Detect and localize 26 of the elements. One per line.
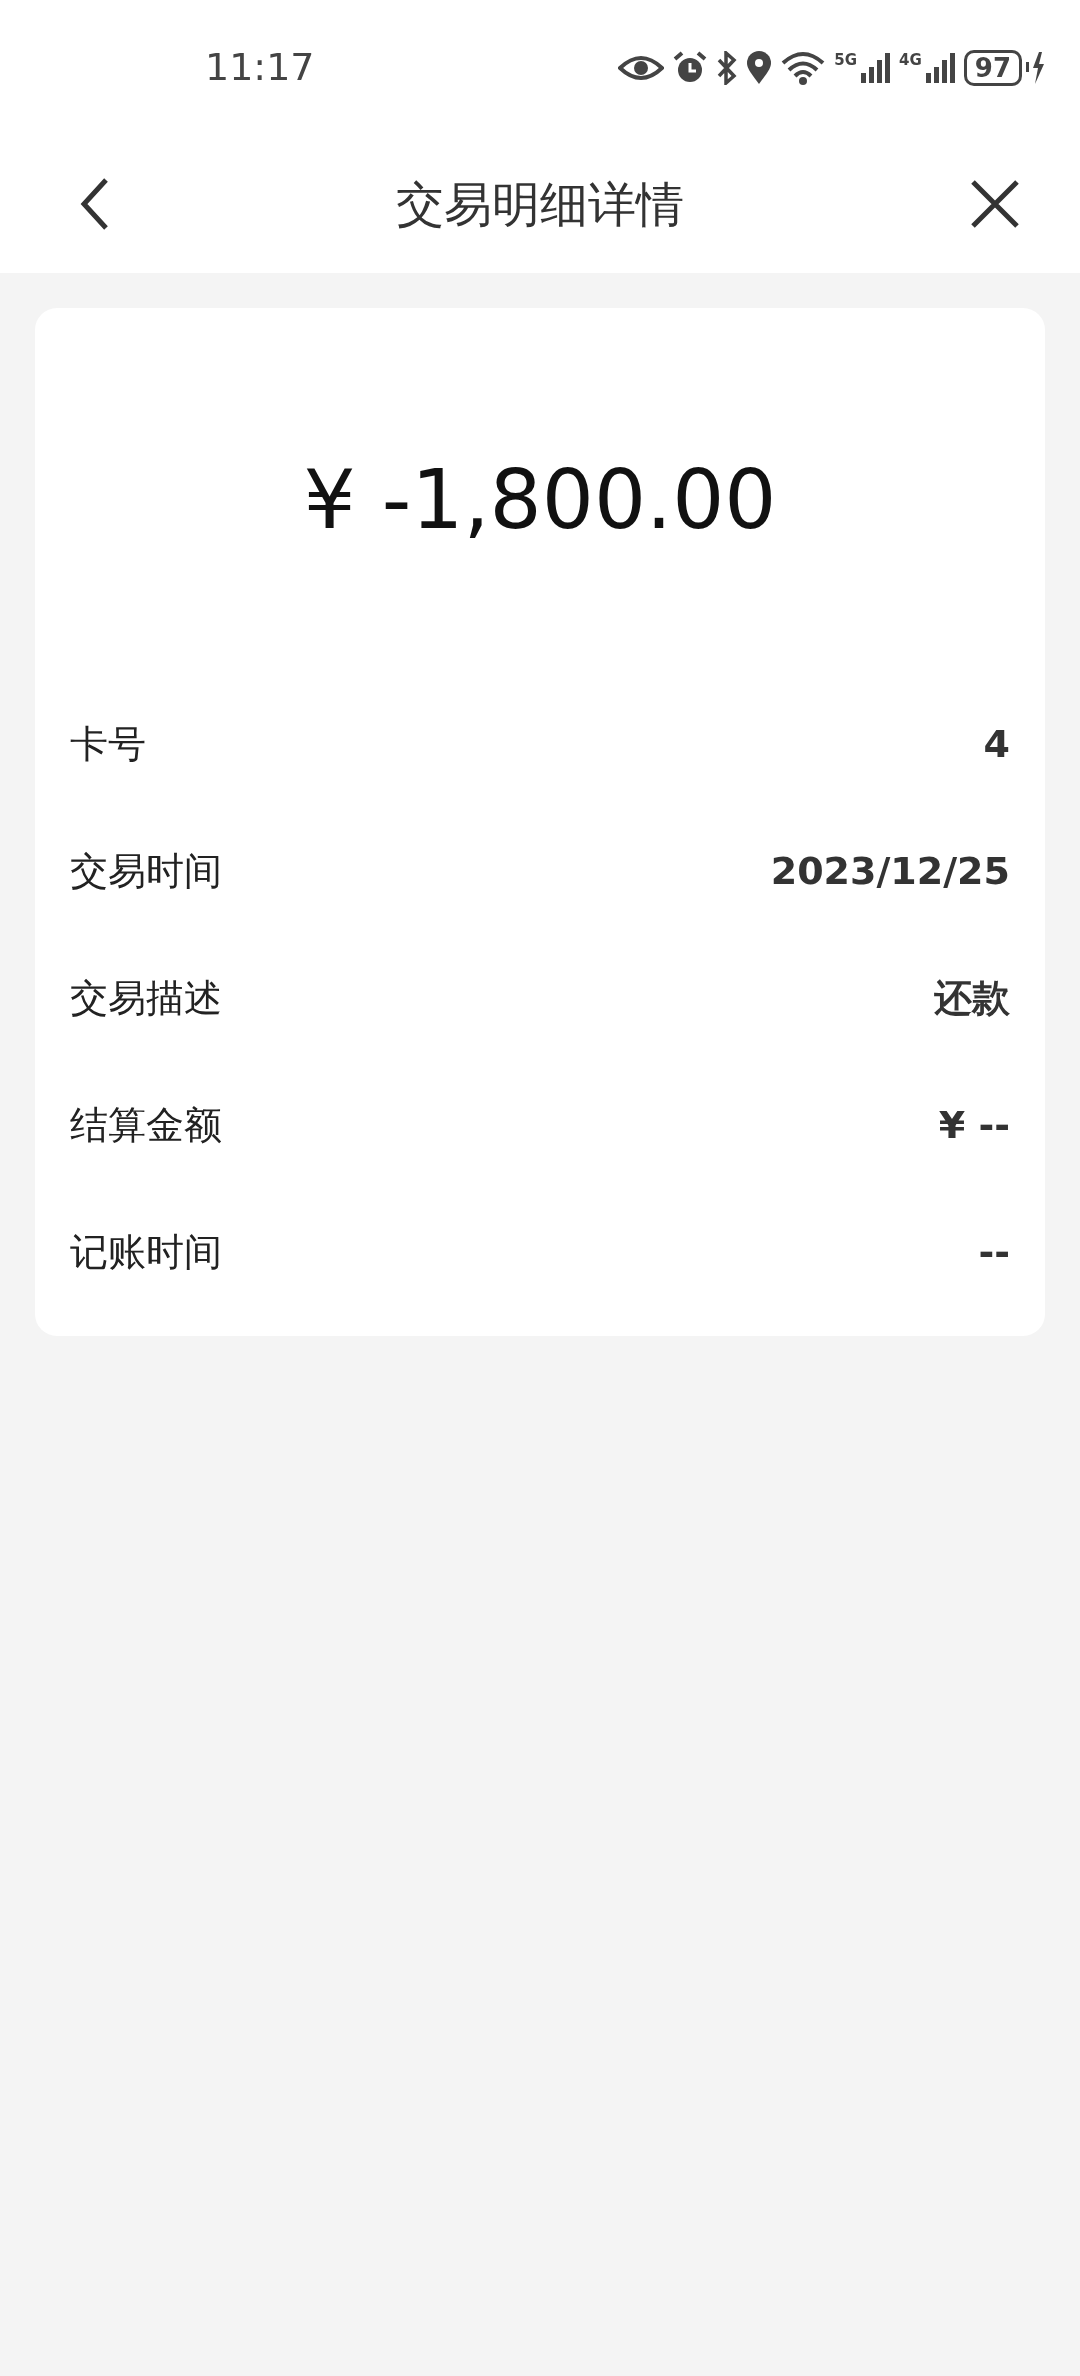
detail-value: 4: [983, 721, 1010, 768]
detail-label: 卡号: [70, 721, 146, 768]
wifi-icon: [780, 50, 827, 85]
charging-icon: [1026, 49, 1046, 86]
bluetooth-icon: [716, 50, 739, 85]
battery-level: 97: [963, 49, 1022, 86]
detail-label: 记账时间: [70, 1229, 222, 1276]
location-icon: [746, 50, 773, 85]
back-button[interactable]: [80, 176, 110, 232]
close-icon: [970, 179, 1020, 229]
signal-icon: [861, 52, 892, 83]
detail-label: 交易时间: [70, 848, 222, 895]
detail-value: 还款: [934, 975, 1010, 1022]
network-label: 4G: [899, 52, 922, 68]
detail-value: 2023/12/25: [770, 848, 1010, 895]
detail-value: --: [978, 1229, 1010, 1276]
status-time: 11:17: [205, 44, 315, 91]
amount-text: ¥ -1,800.00: [302, 451, 778, 549]
back-icon: [80, 176, 110, 232]
close-button[interactable]: [970, 179, 1020, 229]
signal-icon: [925, 52, 956, 83]
detail-label: 交易描述: [70, 975, 222, 1022]
detail-label: 结算金额: [70, 1102, 222, 1149]
page-title: 交易明细详情: [396, 175, 684, 234]
detail-value: ¥ --: [938, 1102, 1010, 1149]
network-label: 5G: [834, 52, 858, 68]
